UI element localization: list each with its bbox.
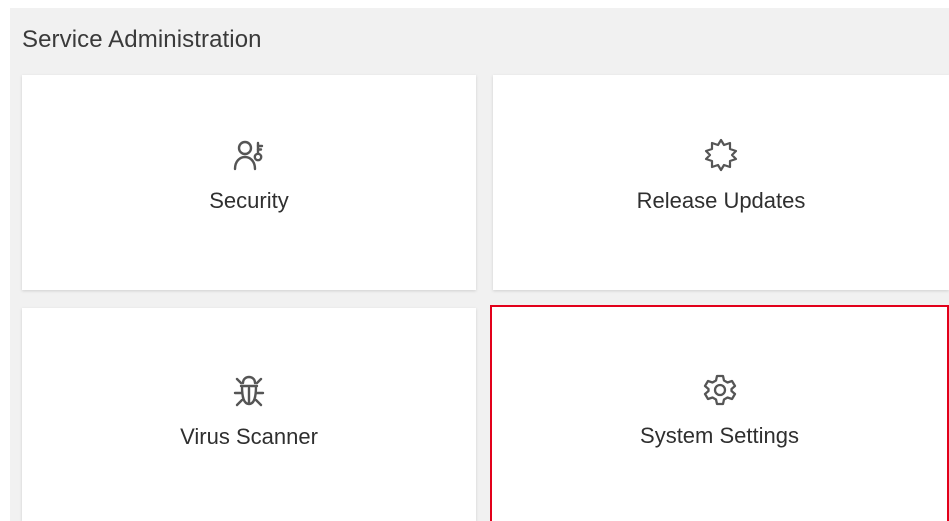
security-label: Security [209,188,289,213]
release-updates-tile[interactable]: Release Updates [493,75,949,290]
badge-gear-icon [704,138,738,172]
service-administration-panel: Service Administration Security Release … [10,8,949,521]
virus-scanner-tile[interactable]: Virus Scanner [22,308,476,521]
gear-icon [703,373,737,407]
section-title: Service Administration [22,26,262,53]
virus-scanner-label: Virus Scanner [180,424,318,449]
system-settings-label: System Settings [640,423,799,448]
user-key-icon [232,138,266,172]
system-settings-tile[interactable]: System Settings [490,305,949,521]
release-updates-label: Release Updates [636,188,806,213]
bug-icon [232,374,266,408]
security-tile[interactable]: Security [22,75,476,290]
